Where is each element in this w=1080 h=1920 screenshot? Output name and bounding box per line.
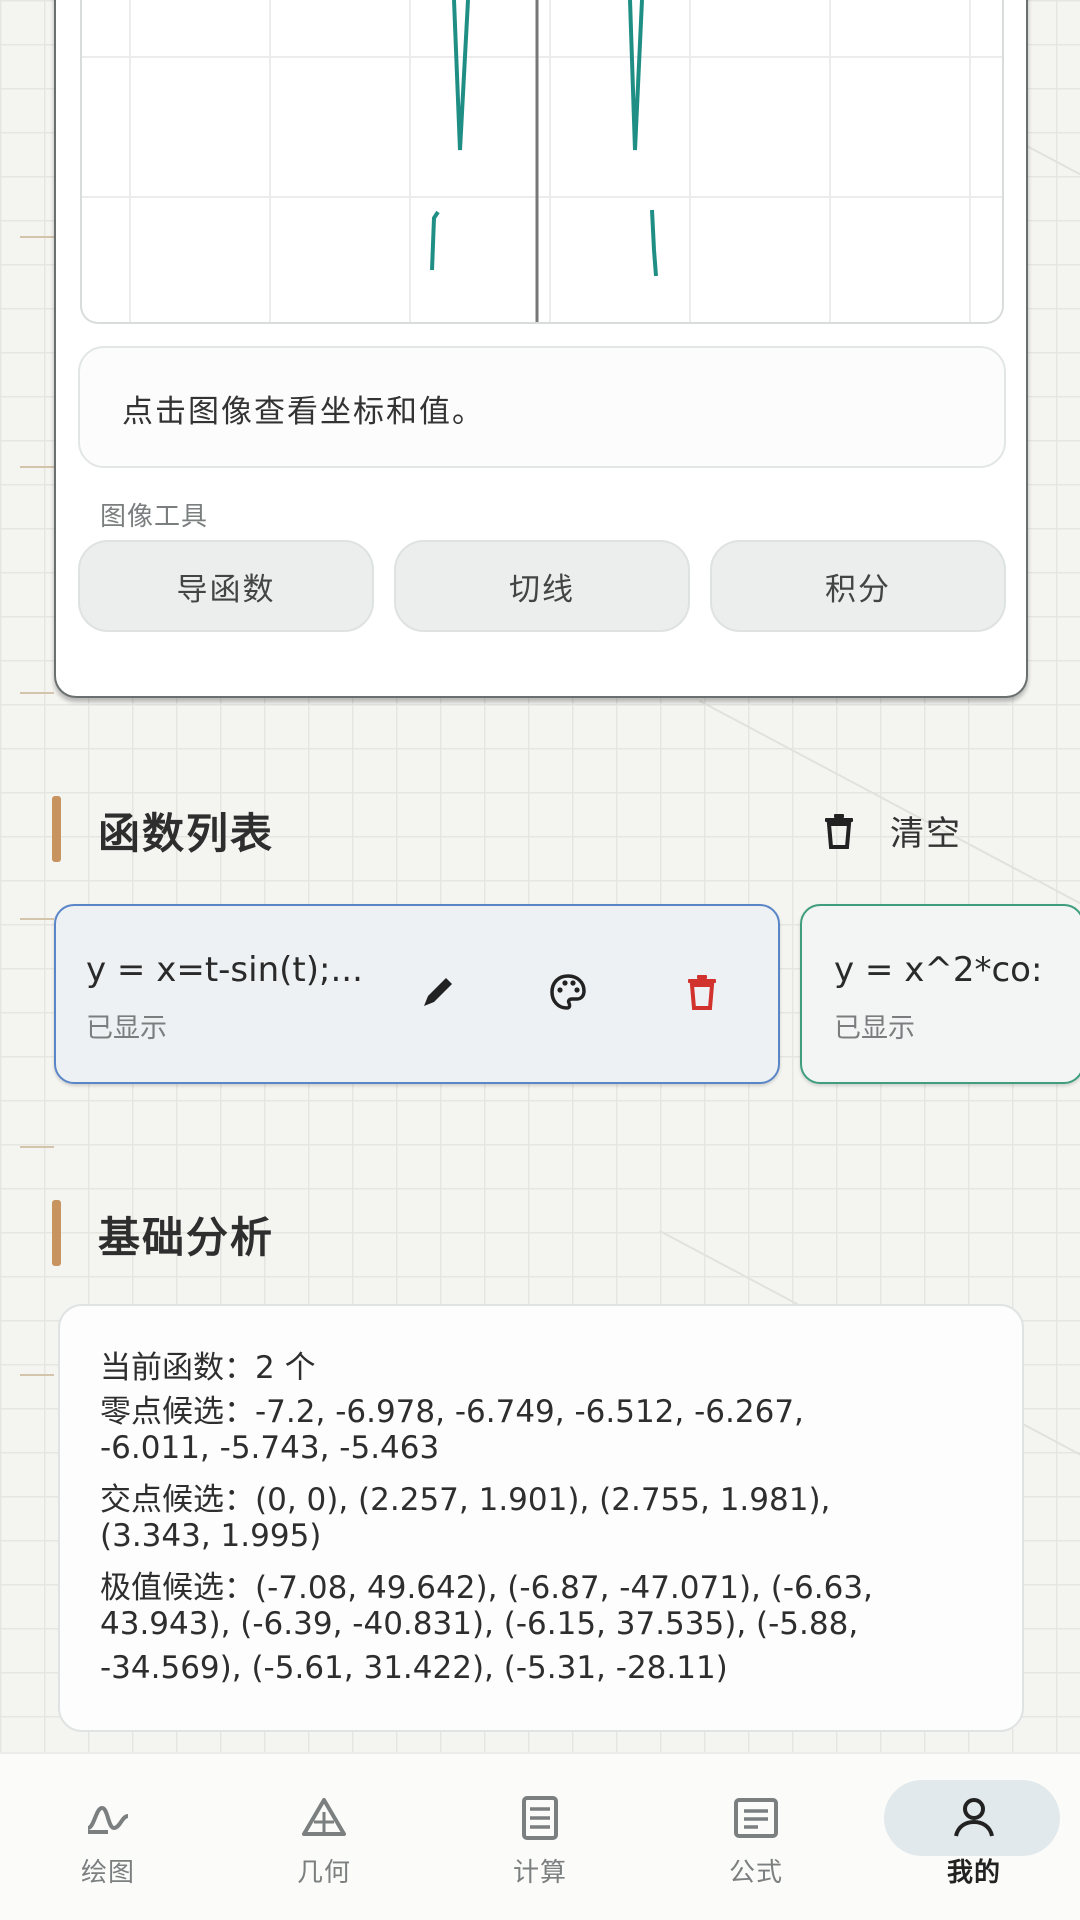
nav-tab-profile[interactable]: 我的 xyxy=(884,1780,1064,1896)
derivative-button[interactable]: 导函数 xyxy=(78,540,374,632)
analysis-intersection-candidates-cont: (3.343, 1.995) xyxy=(100,1518,322,1554)
ruler-tick xyxy=(20,1374,54,1376)
clear-functions-button[interactable]: 清空 xyxy=(822,806,962,855)
trash-icon[interactable] xyxy=(682,972,722,1012)
function-list-title: 函数列表 xyxy=(98,809,275,858)
analysis-card: 当前函数：2 个 零点候选：-7.2, -6.978, -6.749, -6.5… xyxy=(58,1304,1024,1732)
function-formula: y = x=t-sin(t);... xyxy=(86,950,363,990)
nav-label: 绘图 xyxy=(80,1858,135,1888)
function-formula: y = x^2*co: xyxy=(834,950,1043,990)
ruler-tick xyxy=(20,466,54,468)
integral-button[interactable]: 积分 xyxy=(710,540,1006,632)
nav-label: 计算 xyxy=(512,1858,567,1888)
nav-tab-graph[interactable]: 绘图 xyxy=(18,1780,198,1896)
analysis-zero-candidates-cont: -6.011, -5.743, -5.463 xyxy=(100,1430,440,1466)
clear-label: 清空 xyxy=(890,814,962,854)
section-accent-bar xyxy=(52,1200,61,1266)
ruler-tick xyxy=(20,236,54,238)
nav-label: 公式 xyxy=(728,1858,783,1888)
function-plot xyxy=(430,0,658,322)
nav-label: 我的 xyxy=(946,1858,1001,1888)
function-status: 已显示 xyxy=(834,1013,915,1044)
tangent-button[interactable]: 切线 xyxy=(394,540,690,632)
section-accent-bar xyxy=(52,796,61,862)
analysis-function-count: 当前函数：2 个 xyxy=(100,1350,316,1386)
palette-icon[interactable] xyxy=(548,972,588,1012)
function-status: 已显示 xyxy=(86,1013,167,1044)
analysis-title: 基础分析 xyxy=(98,1213,275,1262)
pencil-icon[interactable] xyxy=(418,972,458,1012)
ruler-tick xyxy=(20,1146,54,1148)
coordinate-hint-box: 点击图像查看坐标和值。 xyxy=(78,346,1006,468)
analysis-extrema-candidates: 极值候选：(-7.08, 49.642), (-6.87, -47.071), … xyxy=(100,1570,873,1606)
bottom-navigation: 绘图 几何 计算 公式 我的 xyxy=(0,1752,1080,1920)
trash-icon xyxy=(825,813,853,849)
calculator-icon xyxy=(522,1796,558,1840)
graph-card: 点击图像查看坐标和值。 图像工具 导函数 切线 积分 xyxy=(54,0,1028,698)
nav-tab-calculator[interactable]: 计算 xyxy=(450,1780,630,1896)
graph-tools-label: 图像工具 xyxy=(100,502,209,532)
ruler-tick xyxy=(20,918,54,920)
nav-tab-geometry[interactable]: 几何 xyxy=(234,1780,414,1896)
function-card[interactable]: y = x^2*co: 已显示 xyxy=(800,904,1080,1084)
graph-icon xyxy=(87,1805,129,1834)
function-card[interactable]: y = x=t-sin(t);... 已显示 xyxy=(54,904,780,1084)
analysis-intersection-candidates: 交点候选：(0, 0), (2.257, 1.901), (2.755, 1.9… xyxy=(100,1482,831,1518)
plot-canvas[interactable] xyxy=(80,0,1004,324)
person-icon xyxy=(954,1798,994,1837)
coordinate-hint-text: 点击图像查看坐标和值。 xyxy=(122,394,485,430)
ruler-tick xyxy=(20,692,54,694)
analysis-extrema-candidates-cont: 43.943), (-6.39, -40.831), (-6.15, 37.53… xyxy=(100,1606,859,1642)
curve-segment xyxy=(628,0,644,151)
curve-segment xyxy=(650,209,658,277)
curve-segment xyxy=(430,210,440,271)
nav-tab-formula[interactable]: 公式 xyxy=(666,1780,846,1896)
analysis-extrema-candidates-cont: -34.569), (-5.61, 31.422), (-5.31, -28.1… xyxy=(100,1650,728,1686)
nav-label: 几何 xyxy=(296,1858,351,1888)
formula-icon xyxy=(734,1798,778,1838)
app-screen: 点击图像查看坐标和值。 图像工具 导函数 切线 积分 函数列表 清空 y = x… xyxy=(0,0,1080,1920)
geometry-icon xyxy=(302,1798,346,1836)
analysis-zero-candidates: 零点候选：-7.2, -6.978, -6.749, -6.512, -6.26… xyxy=(100,1394,804,1430)
curve-segment xyxy=(452,0,470,151)
